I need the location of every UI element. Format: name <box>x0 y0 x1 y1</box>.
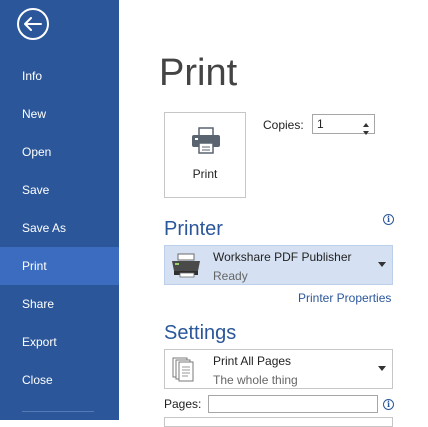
settings-heading: Settings <box>164 322 237 344</box>
spin-down-icon[interactable] <box>361 124 371 135</box>
print-range-description: The whole thing <box>213 373 298 387</box>
sidebar-item-close[interactable]: Close <box>0 361 119 399</box>
print-button[interactable]: Print <box>164 112 246 198</box>
printer-info-icon[interactable]: i <box>383 214 394 225</box>
sidebar-item-share[interactable]: Share <box>0 285 119 323</box>
sidebar-item-save[interactable]: Save <box>0 171 119 209</box>
printer-icon <box>191 127 221 160</box>
sidebar-item-label: Share <box>22 297 55 311</box>
sidebar-item-save-as[interactable]: Save As <box>0 209 119 247</box>
print-range-dropdown[interactable]: Print All Pages The whole thing <box>164 349 393 389</box>
sidebar-item-export[interactable]: Export <box>0 323 119 361</box>
sidebar-item-label: Print <box>22 259 47 273</box>
backstage-sidebar: Info New Open Save Save As Print Share E… <box>0 0 119 420</box>
sidebar-item-label: Save <box>22 183 50 197</box>
printer-status: Ready <box>213 269 248 283</box>
pages-input[interactable] <box>208 395 378 413</box>
sidebar-item-label: Open <box>22 145 52 159</box>
sidebar-item-new[interactable]: New <box>0 95 119 133</box>
spin-up-icon[interactable] <box>361 116 371 127</box>
sidebar-divider <box>22 411 94 412</box>
pages-label: Pages: <box>164 397 202 411</box>
back-arrow-icon[interactable] <box>17 8 49 40</box>
sidebar-item-label: Info <box>22 69 43 83</box>
pages-icon <box>169 356 199 389</box>
sidebar-item-info[interactable]: Info <box>0 57 119 95</box>
sidebar-item-open[interactable]: Open <box>0 133 119 171</box>
printer-heading: Printer <box>164 218 223 240</box>
sidebar-item-label: New <box>22 107 47 121</box>
sidebar-item-print[interactable]: Print <box>0 247 119 285</box>
next-settings-dropdown[interactable] <box>164 417 393 427</box>
print-range-selection: Print All Pages <box>213 354 292 368</box>
print-button-label: Print <box>192 167 218 181</box>
printer-device-icon <box>169 252 203 283</box>
pages-info-icon[interactable]: i <box>383 399 394 410</box>
chevron-down-icon <box>378 262 386 267</box>
printer-name: Workshare PDF Publisher <box>213 250 352 264</box>
copies-label: Copies: <box>263 118 304 132</box>
printer-dropdown[interactable]: Workshare PDF Publisher Ready <box>164 245 393 285</box>
page-title: Print <box>159 52 238 94</box>
sidebar-item-label: Close <box>22 373 53 387</box>
copies-input[interactable]: 1 <box>317 117 357 131</box>
sidebar-item-label: Save As <box>22 221 67 235</box>
copies-stepper[interactable]: 1 <box>312 114 375 135</box>
chevron-down-icon <box>378 366 386 371</box>
sidebar-item-label: Export <box>22 335 57 349</box>
printer-properties-link[interactable]: Printer Properties <box>298 291 391 305</box>
